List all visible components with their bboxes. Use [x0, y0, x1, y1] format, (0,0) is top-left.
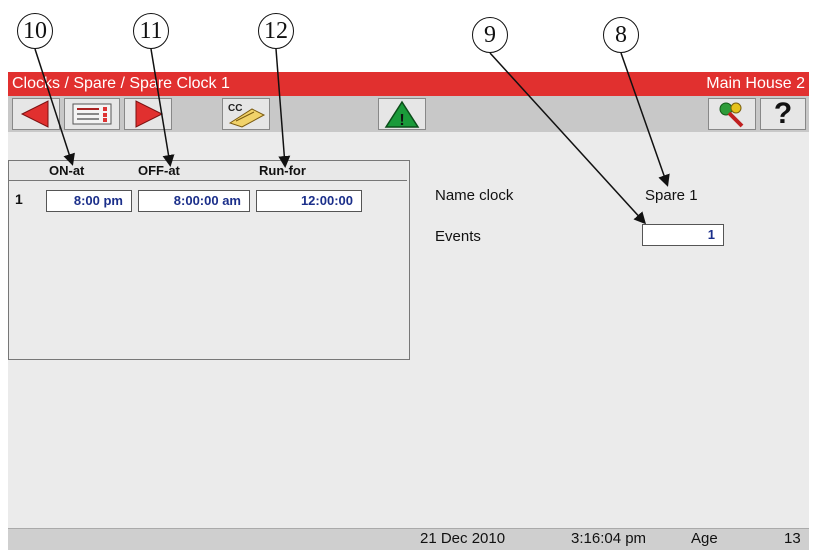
callout-12: 12: [258, 13, 294, 49]
callout-9: 9: [472, 17, 508, 53]
status-age-value: 13: [784, 530, 801, 547]
login-button[interactable]: [708, 98, 756, 130]
header-off-at: OFF-at: [138, 163, 180, 178]
name-clock-label: Name clock: [435, 187, 514, 204]
back-button[interactable]: [12, 98, 60, 130]
header-on-at: ON-at: [49, 163, 85, 178]
status-bar: 21 Dec 2010 3:16:04 pm Age 13: [8, 528, 809, 550]
back-arrow-icon: [20, 100, 49, 128]
header-run-for: Run-for: [259, 163, 306, 178]
callout-8: 8: [603, 17, 639, 53]
svg-text:!: !: [399, 112, 404, 129]
events-table: ON-at OFF-at Run-for 1 8:00 pm 8:00:00 a…: [8, 160, 410, 360]
breadcrumb: Clocks / Spare / Spare Clock 1: [12, 75, 230, 92]
status-time: 3:16:04 pm: [571, 530, 647, 547]
run-for-field[interactable]: 12:00:00: [256, 190, 362, 212]
name-clock-value: Spare 1: [645, 187, 698, 204]
row-number: 1: [15, 191, 23, 207]
alarm-button[interactable]: !: [378, 98, 426, 130]
cc-copy-icon: CC: [228, 103, 266, 128]
callout-10: 10: [17, 13, 53, 49]
clock-schedule-icon: [72, 103, 112, 125]
warning-icon: !: [384, 100, 420, 129]
keys-icon: [719, 102, 744, 128]
schedule-button[interactable]: [64, 98, 120, 130]
status-date: 21 Dec 2010: [420, 530, 506, 547]
status-age-label: Age: [691, 530, 718, 547]
forward-arrow-icon: [135, 100, 164, 128]
forward-button[interactable]: [124, 98, 172, 130]
off-at-field[interactable]: 8:00:00 am: [138, 190, 250, 212]
callout-11: 11: [133, 13, 169, 49]
events-count-field[interactable]: 1: [642, 224, 724, 246]
table-header: ON-at OFF-at Run-for: [9, 161, 407, 181]
toolbar: CC ! ?: [8, 96, 809, 132]
help-button[interactable]: ?: [760, 97, 806, 130]
house-name: Main House 2: [706, 75, 805, 92]
on-at-field[interactable]: 8:00 pm: [46, 190, 132, 212]
events-label: Events: [435, 228, 481, 245]
help-icon: ?: [773, 97, 793, 130]
cc-label: CC: [228, 103, 242, 114]
title-bar: Clocks / Spare / Spare Clock 1 Main Hous…: [8, 72, 809, 96]
copy-clock-button[interactable]: CC: [222, 98, 270, 130]
app-screen: Clocks / Spare / Spare Clock 1 Main Hous…: [8, 72, 809, 550]
